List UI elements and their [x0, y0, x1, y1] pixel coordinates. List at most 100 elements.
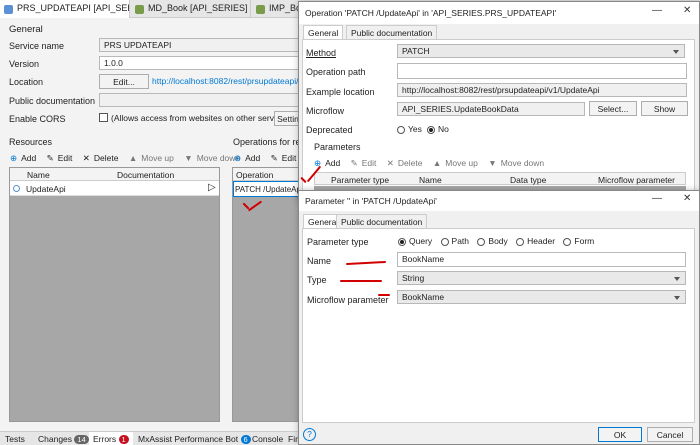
name-input[interactable]: BookName [397, 252, 686, 267]
deprecated-yes-radio[interactable]: Yes [397, 124, 422, 134]
tab-label: Errors [93, 434, 117, 444]
tab-changes[interactable]: Changes 14 [38, 434, 89, 444]
operation-dialog-title: Operation 'PATCH /UpdateApi' in 'API_SER… [299, 2, 699, 24]
delete-icon: ✕ [82, 153, 90, 163]
location-link[interactable]: http://localhost:8082/rest/prsupdateapi/… [152, 76, 307, 86]
count-badge: 14 [74, 435, 89, 444]
triangle-down-icon: ▼ [184, 153, 193, 163]
play-icon[interactable]: ▷ [208, 182, 216, 193]
move-up-label: Move up [445, 158, 478, 168]
resources-title: Resources [9, 137, 53, 147]
tab-mxassist[interactable]: MxAssist Performance Bot 6 [138, 434, 251, 444]
radio-label: Form [574, 236, 595, 246]
chevron-down-icon [673, 50, 679, 54]
radio-header[interactable]: Header [516, 236, 555, 246]
close-icon[interactable]: ✕ [683, 5, 691, 16]
microflow-field[interactable]: API_SERIES.UpdateBookData [397, 102, 585, 116]
delete-parameter-button[interactable]: ✕ Delete [387, 158, 427, 168]
resource-icon [13, 185, 20, 192]
move-up-button[interactable]: ▲ Move up [129, 153, 178, 163]
tab-label: MD_Book [API_SERIES] [148, 3, 248, 13]
red-annotation-underline [378, 294, 390, 296]
help-button[interactable]: ? [303, 428, 316, 441]
radio-body[interactable]: Body [477, 236, 508, 246]
microflow-parameter-label: Microflow parameter [307, 295, 389, 305]
column-header-microflow-parameter: Microflow parameter [598, 175, 675, 185]
edit-parameter-button[interactable]: ✎ Edit [351, 158, 381, 168]
type-value: String [402, 273, 425, 283]
tab-public-documentation[interactable]: Public documentation [336, 214, 428, 228]
select-microflow-button[interactable]: Select... [589, 101, 637, 116]
version-field[interactable]: 1.0.0 [99, 56, 299, 70]
red-annotation-check [240, 200, 266, 216]
operation-path-input[interactable] [397, 63, 687, 79]
method-select[interactable]: PATCH [397, 44, 685, 58]
delete-icon: ✕ [386, 158, 394, 168]
tab-general[interactable]: General [303, 25, 344, 39]
parameters-label: Parameters [314, 142, 361, 152]
show-microflow-button[interactable]: Show [641, 101, 688, 116]
type-select[interactable]: String [397, 271, 686, 285]
radio-path[interactable]: Path [440, 236, 469, 246]
table-row[interactable]: PATCH /UpdateApi [233, 181, 299, 197]
mapping-icon [135, 5, 144, 14]
cors-checkbox[interactable] [99, 113, 108, 122]
minimize-icon[interactable]: — [652, 193, 662, 204]
add-operation-button[interactable]: ⊕ Add [234, 153, 264, 163]
move-down-button[interactable]: ▼ Move down [488, 158, 548, 168]
cancel-button[interactable]: Cancel [647, 427, 693, 442]
operations-toolbar: ⊕ Add ✎ Edit [234, 153, 304, 164]
cors-description: (Allows access from websites on other se… [111, 113, 289, 123]
edit-location-button[interactable]: Edit... [99, 74, 149, 89]
tab-console[interactable]: Console [252, 434, 283, 444]
radio-icon [477, 237, 486, 246]
tab-public-documentation[interactable]: Public documentation [346, 25, 438, 39]
add-label: Add [245, 153, 261, 163]
add-resource-button[interactable]: ⊕ Add [10, 153, 40, 163]
delete-resource-button[interactable]: ✕ Delete [83, 153, 123, 163]
radio-query[interactable]: Query [398, 236, 432, 246]
deprecated-no-radio[interactable]: No [427, 124, 449, 134]
column-header-name: Name [419, 175, 442, 185]
name-label: Name [307, 256, 332, 266]
edit-operation-button[interactable]: ✎ Edit [271, 153, 301, 163]
edit-label: Edit [57, 153, 73, 163]
microflow-label: Microflow [306, 106, 345, 116]
tab-imp-book[interactable]: IMP_Bo [252, 0, 302, 18]
count-badge: 1 [118, 435, 129, 444]
tab-tests[interactable]: Tests [5, 434, 25, 444]
resource-name: UpdateApi [26, 184, 66, 194]
minimize-icon[interactable]: — [652, 5, 662, 16]
add-icon: ⊕ [10, 153, 18, 163]
radio-label: Query [409, 236, 433, 246]
public-doc-field[interactable] [99, 93, 299, 107]
tab-label: MxAssist Performance Bot [138, 434, 239, 444]
column-header-operation: Operation [236, 170, 274, 180]
operations-grid-header: Operation [233, 168, 299, 181]
method-value: PATCH [402, 46, 430, 56]
move-up-button[interactable]: ▲ Move up [433, 158, 482, 168]
microflow-parameter-select[interactable]: BookName [397, 290, 686, 304]
add-label: Add [21, 153, 37, 163]
example-location-field[interactable]: http://localhost:8082/rest/prsupdateapi/… [397, 83, 687, 97]
triangle-up-icon: ▲ [432, 158, 442, 168]
add-label: Add [325, 158, 341, 168]
tab-prs-updateapi[interactable]: PRS_UPDATEAPI [API_SERIES] [0, 0, 130, 18]
triangle-down-icon: ▼ [488, 158, 497, 168]
radio-icon [563, 237, 572, 246]
radio-label: Body [488, 236, 508, 246]
table-row[interactable]: UpdateApi ▷ [10, 181, 219, 196]
example-location-label: Example location [306, 87, 375, 97]
location-label: Location [9, 77, 44, 87]
radio-form[interactable]: Form [563, 236, 594, 246]
help-icon: ? [307, 429, 312, 439]
service-name-field[interactable]: PRS UPDATEAPI [99, 38, 299, 52]
tab-md-book[interactable]: MD_Book [API_SERIES] [131, 0, 251, 18]
radio-selected-icon [398, 237, 406, 246]
column-header-data-type: Data type [510, 175, 547, 185]
resources-grid-header: Name Documentation [10, 168, 219, 181]
close-icon[interactable]: ✕ [683, 193, 691, 204]
edit-resource-button[interactable]: ✎ Edit [47, 153, 77, 163]
tab-errors[interactable]: Errors 1 [89, 432, 133, 445]
ok-button[interactable]: OK [598, 427, 642, 442]
